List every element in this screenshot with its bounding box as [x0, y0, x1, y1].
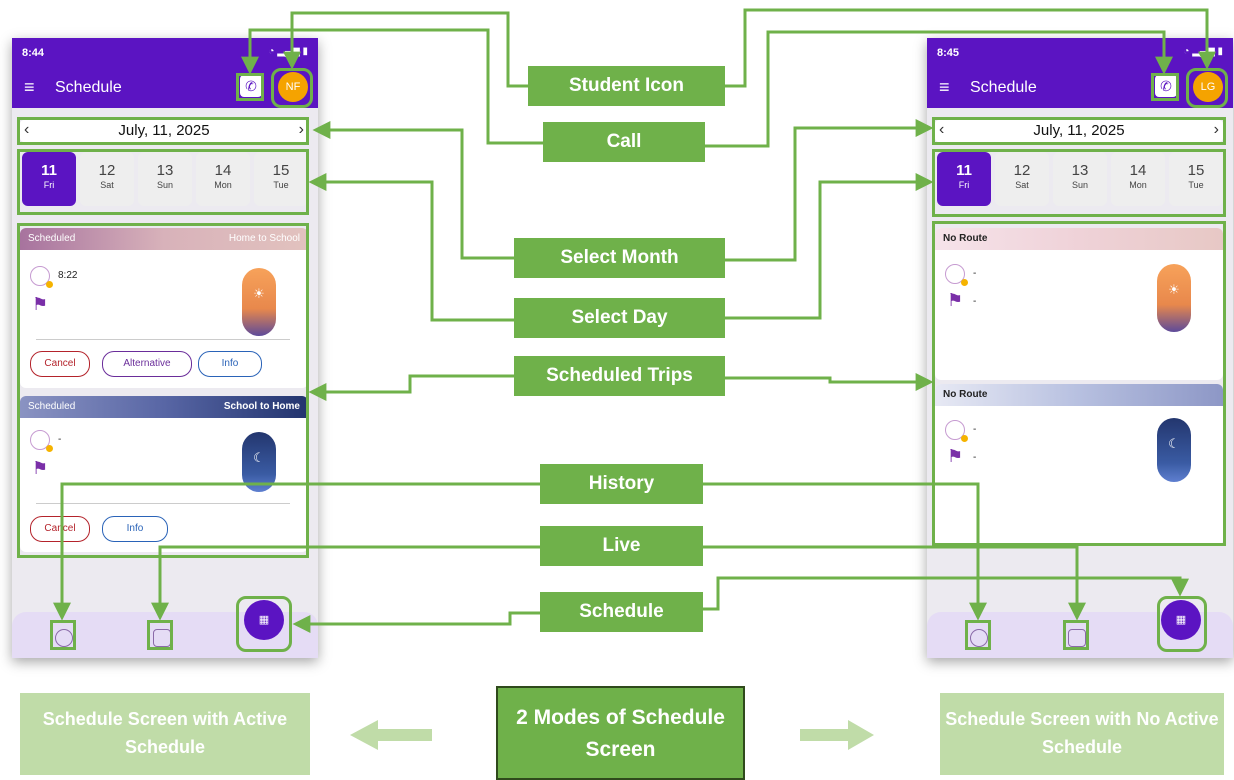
label-student-icon: Student Icon [528, 66, 725, 106]
label-schedule: Schedule [540, 592, 703, 632]
label-history: History [540, 464, 703, 504]
label-call: Call [543, 122, 705, 162]
arrow-right-icon [800, 720, 874, 750]
arrow-left-icon [350, 720, 432, 750]
label-scheduled-trips: Scheduled Trips [514, 356, 725, 396]
label-select-month: Select Month [514, 238, 725, 278]
label-select-day: Select Day [514, 298, 725, 338]
footer-left-caption: Schedule Screen with Active Schedule [20, 693, 310, 775]
label-live: Live [540, 526, 703, 566]
footer-right-caption: Schedule Screen with No Active Schedule [940, 693, 1224, 775]
footer-center-title: 2 Modes of Schedule Screen [496, 686, 745, 780]
